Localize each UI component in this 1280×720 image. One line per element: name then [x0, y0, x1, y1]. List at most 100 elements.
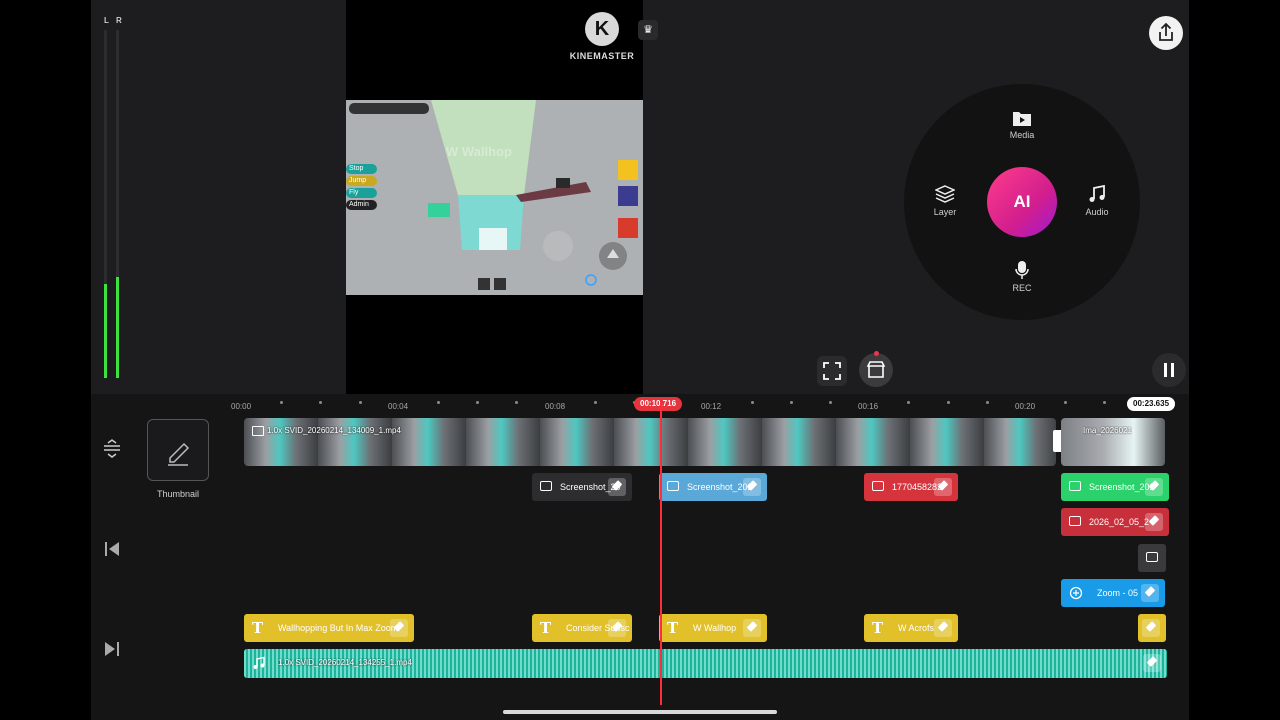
pin-icon[interactable]	[1143, 654, 1161, 672]
jump-to-start-button[interactable]	[103, 540, 121, 563]
pin-icon[interactable]	[934, 619, 952, 637]
text-icon: T	[667, 619, 679, 637]
fullscreen-button[interactable]	[817, 356, 847, 386]
image-layer-clip[interactable]: Screenshot_20	[532, 473, 632, 501]
secondary-video-clip[interactable]: Ima_2026021	[1061, 418, 1165, 466]
store-icon	[866, 361, 886, 378]
right-level-meter	[116, 30, 119, 378]
home-indicator[interactable]	[503, 710, 777, 714]
expand-collapse-icon	[104, 439, 120, 458]
audio-clip-label: 1.0x SVID_20260214_134255_1.mp4	[278, 658, 412, 667]
ruler-dot	[907, 401, 911, 404]
image-icon	[1069, 516, 1081, 526]
primary-video-clip[interactable]: 1.0x SVID_20260214_134009_1.mp4	[244, 418, 1056, 466]
total-time-badge: 00:23.635	[1127, 397, 1176, 411]
layer-button[interactable]: Layer	[915, 184, 975, 217]
timeline-expand-icon[interactable]	[102, 438, 122, 465]
ruler-dot	[593, 401, 597, 404]
ruler-label: 00:08	[545, 402, 566, 411]
image-layer-clip[interactable]: 1770458282	[864, 473, 958, 501]
left-level-meter	[104, 30, 107, 378]
crown-icon[interactable]: ♛	[638, 20, 658, 40]
video-clip-label: 1.0x SVID_20260214_134009_1.mp4	[252, 426, 401, 436]
game-scene-image	[346, 100, 643, 295]
music-note-icon	[253, 656, 265, 669]
ai-label: AI	[1013, 192, 1031, 211]
meter-left-label: L	[104, 16, 109, 25]
image-layer-clip[interactable]	[1138, 544, 1166, 572]
pin-icon[interactable]	[390, 619, 408, 637]
left-level-fill	[104, 284, 107, 378]
share-icon	[1159, 22, 1173, 41]
pin-icon[interactable]	[1145, 513, 1163, 531]
media-icon	[1013, 112, 1031, 126]
image-layer-clip[interactable]: Screenshot_202	[659, 473, 767, 501]
image-icon	[667, 481, 679, 491]
pin-icon[interactable]	[1142, 619, 1160, 637]
text-icon: T	[872, 619, 884, 637]
music-note-icon	[1089, 184, 1105, 202]
pause-button[interactable]	[1152, 353, 1186, 387]
right-level-fill	[116, 277, 119, 378]
text-icon: T	[252, 619, 264, 637]
ruler-label: 00:00	[231, 402, 252, 411]
hud-fly-button: Fly	[346, 188, 377, 198]
pin-icon[interactable]	[608, 478, 626, 496]
audio-meter-labels: LR	[104, 16, 128, 25]
microphone-icon	[1015, 261, 1029, 279]
ruler-dot	[358, 401, 362, 404]
ruler-label: 00:16	[858, 402, 879, 411]
audio-clip[interactable]: 1.0x SVID_20260214_134255_1.mp4	[244, 649, 1167, 678]
hud-stop-button: Stop	[346, 164, 377, 174]
jump-to-end-button[interactable]	[103, 640, 121, 663]
image-icon	[1069, 481, 1081, 491]
pencil-icon	[168, 442, 190, 466]
ruler-dot	[280, 401, 284, 404]
pin-icon[interactable]	[608, 619, 626, 637]
text-layer-clip[interactable]	[1138, 614, 1166, 642]
image-icon	[540, 481, 552, 491]
ruler-dot	[1064, 401, 1068, 404]
pin-icon[interactable]	[743, 478, 761, 496]
image-layer-clip[interactable]: Screenshot_202	[1061, 473, 1169, 501]
effect-icon	[1069, 586, 1083, 600]
video-clip-icon	[252, 426, 264, 436]
playhead[interactable]	[660, 402, 662, 705]
ruler-label: 00:04	[388, 402, 409, 411]
pin-icon[interactable]	[743, 619, 761, 637]
video-preview[interactable]: Stop Jump Fly Admin W Wallhop	[346, 100, 643, 295]
export-button[interactable]	[1149, 16, 1183, 50]
pin-icon[interactable]	[1141, 584, 1159, 602]
fullscreen-icon	[823, 362, 841, 380]
asset-store-button[interactable]	[859, 351, 893, 387]
ruler-dot	[319, 401, 323, 404]
pin-icon[interactable]	[934, 478, 952, 496]
timeline-panel[interactable]: 00:00 00:04 00:08 00:12 00:16 00:20 00:1…	[91, 394, 1189, 720]
audio-button[interactable]: Audio	[1067, 184, 1127, 217]
ruler-label: 00:12	[701, 402, 722, 411]
rec-button[interactable]: REC	[992, 260, 1052, 293]
text-layer-clip[interactable]: T Wallhopping But In Max Zoom	[244, 614, 414, 642]
skip-end-icon	[105, 642, 119, 656]
zoom-effect-clip[interactable]: Zoom - 05	[1061, 579, 1165, 607]
media-button[interactable]: Media	[992, 109, 1052, 140]
radial-add-menu: Media Layer AI Audio REC	[904, 84, 1140, 320]
text-layer-clip[interactable]: TW Acrofs	[864, 614, 958, 642]
editor-screen: LR K KINEMASTER ♛ Stop Jump Fly Admin W …	[91, 0, 1189, 720]
layer-label: Layer	[933, 207, 957, 217]
current-time-badge: 00:10.716	[634, 397, 683, 411]
thumbnail-button[interactable]	[147, 419, 209, 481]
ruler-dot	[515, 401, 519, 404]
text-layer-clip[interactable]: TW Wallhop	[659, 614, 767, 642]
video-clip2-label: Ima_2026021	[1083, 426, 1132, 435]
image-icon	[1146, 552, 1158, 562]
pin-icon[interactable]	[1145, 478, 1163, 496]
ruler-dot	[1103, 401, 1107, 404]
ruler-dot	[750, 401, 754, 404]
ai-button[interactable]: AI	[987, 167, 1057, 237]
skip-start-icon	[105, 542, 119, 556]
ruler-dot	[437, 401, 440, 404]
ruler-dot	[985, 401, 989, 404]
text-layer-clip[interactable]: T Consider Subsc	[532, 614, 632, 642]
image-layer-clip[interactable]: 2026_02_05_2	[1061, 508, 1169, 536]
